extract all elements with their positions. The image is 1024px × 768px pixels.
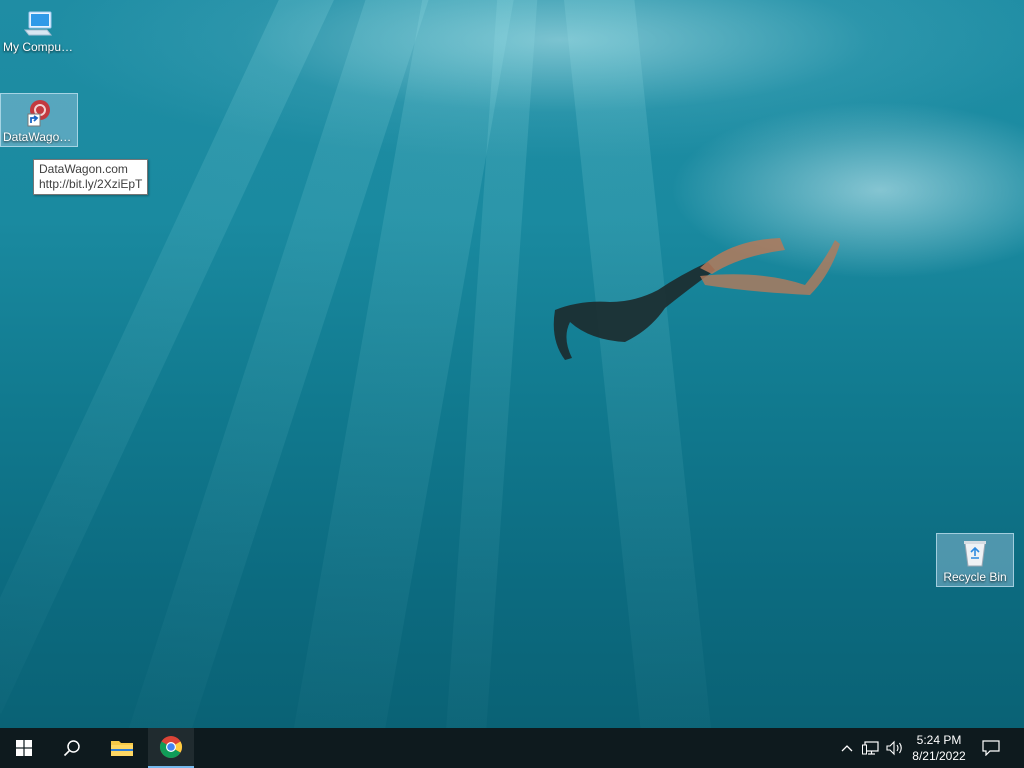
clock-time: 5:24 PM [916,733,962,747]
desktop-icon-my-computer[interactable]: My Computer [1,6,77,62]
volume-icon [886,740,902,756]
search-icon [63,740,80,757]
volume-button[interactable] [884,728,906,768]
taskbar: 5:24 PM 8/21/2022 [0,728,1024,768]
desktop-icon-datawagon[interactable]: DataWagon... [0,93,78,147]
computer-icon [23,11,53,36]
action-center-button[interactable] [976,728,1006,768]
chevron-up-icon [841,745,853,752]
show-hidden-icons-button[interactable] [837,728,857,768]
network-button[interactable] [860,728,882,768]
desktop-icon-label: Recycle Bin [943,570,1007,584]
clock-date: 8/21/2022 [912,749,966,763]
taskbar-chrome[interactable] [148,728,194,768]
chrome-icon [160,736,182,758]
swimmer-silhouette [553,238,840,360]
datawagon-shortcut-icon [27,100,50,127]
network-icon [862,741,879,755]
notification-icon [982,740,1000,756]
windows-start-icon [16,740,32,756]
file-explorer-icon [111,741,133,756]
desktop-background[interactable]: My Computer DataWagon... DataWagon.com h… [0,0,1024,728]
desktop-icon-label: My Computer [3,40,76,54]
desktop-icon-label: DataWagon... [3,130,76,144]
taskbar-file-explorer[interactable] [98,728,146,768]
shortcut-tooltip: DataWagon.com http://bit.ly/2XziEpT [33,159,149,195]
desktop-icon-recycle-bin[interactable]: Recycle Bin [936,533,1014,587]
start-button[interactable] [0,728,48,768]
taskbar-clock[interactable]: 5:24 PM 8/21/2022 [905,728,973,768]
recycle-bin-icon [964,541,986,567]
search-button[interactable] [48,728,96,768]
tooltip-url: http://bit.ly/2XziEpT [39,177,143,191]
tooltip-title: DataWagon.com [39,162,128,176]
